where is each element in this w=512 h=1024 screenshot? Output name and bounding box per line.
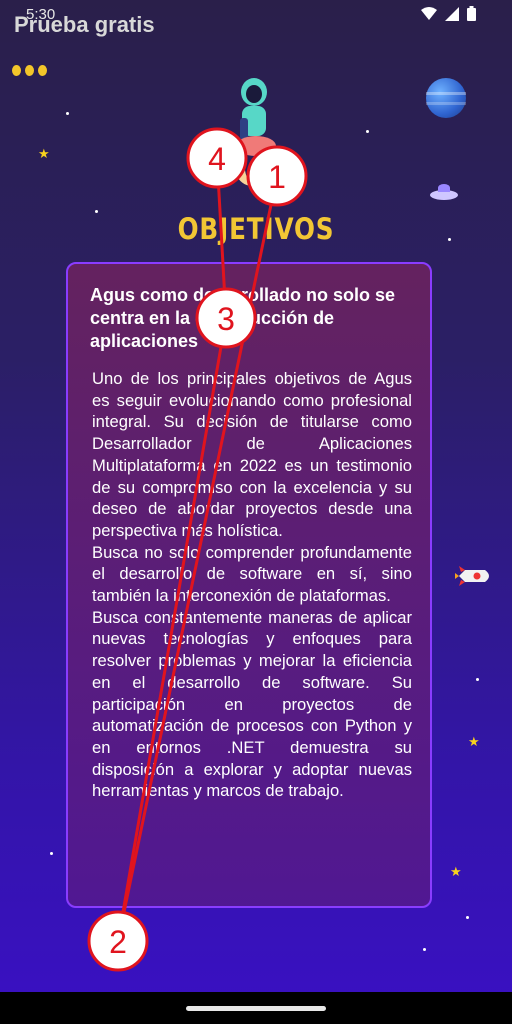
star-decoration	[423, 948, 426, 951]
star-decoration	[476, 678, 479, 681]
rocket-icon	[455, 566, 489, 586]
section-title: OBJETIVOS	[177, 212, 335, 246]
marker-2-label: 2	[109, 924, 127, 960]
battery-icon	[467, 6, 476, 21]
card-body: Uno de los principales objetivos de Agus…	[92, 368, 412, 802]
status-icons	[421, 6, 476, 21]
signal-icon	[445, 6, 459, 21]
wifi-icon	[421, 6, 437, 20]
marker-2: 2	[87, 910, 149, 972]
objectives-card: Agus como desarrollado no solo se centra…	[66, 262, 432, 908]
planet-icon	[426, 78, 466, 118]
card-paragraph: Uno de los principales objetivos de Agus…	[92, 369, 412, 540]
card-paragraph: Busca no solo comprender profundamente e…	[92, 542, 412, 606]
card-paragraph: Busca constantemente maneras de aplicar …	[92, 607, 412, 801]
marker-4-label: 4	[208, 141, 226, 177]
yellow-star-icon: ★	[468, 734, 480, 749]
menu-icon[interactable]	[12, 65, 47, 76]
star-decoration	[466, 916, 469, 919]
star-decoration	[50, 852, 53, 855]
card-heading: Agus como desarrollado no solo se centra…	[90, 285, 396, 351]
star-decoration	[66, 112, 69, 115]
star-decoration	[366, 130, 369, 133]
home-gesture-handle[interactable]	[186, 1006, 326, 1011]
astronaut-illustration	[231, 78, 276, 186]
app-banner-title: Prueba gratis	[14, 12, 155, 37]
ufo-icon	[430, 184, 458, 200]
yellow-star-icon: ★	[450, 864, 462, 879]
yellow-star-icon: ★	[38, 146, 50, 161]
